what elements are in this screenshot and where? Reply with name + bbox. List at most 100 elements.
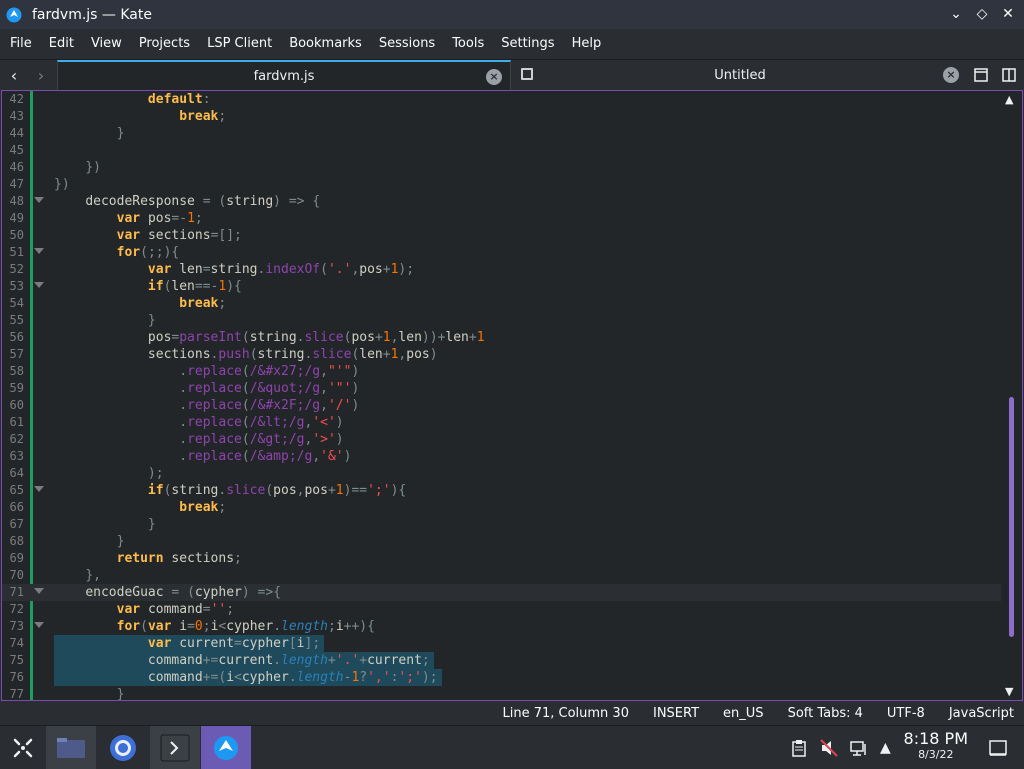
code-line[interactable]: 74 var current=cypher[i];: [2, 635, 1002, 652]
menu-projects[interactable]: Projects: [131, 29, 198, 59]
cursor-position[interactable]: Line 71, Column 30: [502, 706, 629, 721]
syntax-mode[interactable]: JavaScript: [949, 706, 1014, 721]
code-line[interactable]: 65 if(string.slice(pos,pos+1)==';'){: [2, 482, 1002, 499]
code-line[interactable]: 77 }: [2, 686, 1002, 700]
expand-tray-icon[interactable]: ▲: [880, 740, 891, 756]
code-line[interactable]: 56 pos=parseInt(string.slice(pos+1,len))…: [2, 329, 1002, 346]
line-number: 68: [9, 534, 24, 548]
menu-lsp-client[interactable]: LSP Client: [199, 29, 280, 59]
code-line[interactable]: 45: [2, 142, 1002, 159]
app-launcher-icon[interactable]: [0, 726, 46, 769]
new-tab-icon[interactable]: [973, 67, 989, 83]
close-icon[interactable]: ✕: [998, 4, 1018, 24]
code-line[interactable]: 47}): [2, 176, 1002, 193]
code-line[interactable]: 75 command+=current.length+'.'+current;: [2, 652, 1002, 669]
dictionary[interactable]: en_US: [723, 706, 764, 721]
scroll-up-icon[interactable]: ▲: [1005, 93, 1013, 106]
back-icon[interactable]: ‹: [4, 66, 24, 85]
code-text: .replace(/&gt;/g,'>'): [179, 432, 344, 447]
tab-untitled[interactable]: Untitled ×: [513, 60, 967, 91]
tab-fardvm-js[interactable]: fardvm.js ×: [57, 60, 511, 91]
line-number: 54: [9, 296, 24, 310]
fold-arrow-icon[interactable]: [34, 197, 44, 203]
code-line[interactable]: 46 }): [2, 159, 1002, 176]
encoding[interactable]: UTF-8: [887, 706, 925, 721]
line-number: 48: [9, 194, 24, 208]
network-icon[interactable]: [850, 739, 868, 761]
fold-arrow-icon[interactable]: [34, 282, 44, 288]
code-line[interactable]: 52 var len=string.indexOf('.',pos+1);: [2, 261, 1002, 278]
close-tab-icon[interactable]: ×: [486, 69, 502, 85]
fold-arrow-icon[interactable]: [34, 622, 44, 628]
code-line[interactable]: 42 default:: [2, 91, 1002, 108]
line-number: 43: [9, 109, 24, 123]
code-line[interactable]: 61 .replace(/&lt;/g,'<'): [2, 414, 1002, 431]
code-line[interactable]: 73 for(var i=0;i<cypher.length;i++){: [2, 618, 1002, 635]
code-line[interactable]: 43 break;: [2, 108, 1002, 125]
code-line[interactable]: 54 break;: [2, 295, 1002, 312]
code-text: break;: [179, 296, 227, 311]
line-number: 46: [9, 160, 24, 174]
line-number: 71: [9, 585, 24, 599]
split-view-icon[interactable]: [1001, 67, 1017, 83]
code-line[interactable]: 66 break;: [2, 499, 1002, 516]
menu-settings[interactable]: Settings: [493, 29, 562, 59]
code-text: if(string.slice(pos,pos+1)==';'){: [147, 483, 407, 498]
code-line[interactable]: 48 decodeResponse = (string) => {: [2, 193, 1002, 210]
code-line[interactable]: 76 command+=(i<cypher.length-1?',':';');: [2, 669, 1002, 686]
browser-icon[interactable]: [98, 726, 148, 769]
terminal-icon[interactable]: [150, 726, 200, 769]
kate-taskbar-icon[interactable]: [201, 726, 251, 769]
code-line[interactable]: 72 var command='';: [2, 601, 1002, 618]
save-icon: [521, 68, 533, 80]
menu-edit[interactable]: Edit: [41, 29, 82, 59]
code-editor[interactable]: 42 default: 43 break; 44 } 45 46 }) 47}) 48 de…: [1, 90, 1023, 701]
code-line[interactable]: 67 }: [2, 516, 1002, 533]
fold-arrow-icon[interactable]: [34, 486, 44, 492]
code-line[interactable]: 44 }: [2, 125, 1002, 142]
volume-muted-icon[interactable]: [820, 739, 838, 761]
scroll-down-icon[interactable]: ▼: [1005, 685, 1013, 698]
clock-date: 8/3/22: [918, 748, 954, 761]
code-text: .replace(/&lt;/g,'<'): [179, 415, 344, 430]
code-line[interactable]: 69 return sections;: [2, 550, 1002, 567]
code-line[interactable]: 58 .replace(/&#x27;/g,"'"): [2, 363, 1002, 380]
code-line[interactable]: 63 .replace(/&amp;/g,'&'): [2, 448, 1002, 465]
indentation[interactable]: Soft Tabs: 4: [788, 706, 863, 721]
code-line[interactable]: 71 encodeGuac = (cypher) =>{: [2, 584, 1002, 601]
menu-view[interactable]: View: [83, 29, 130, 59]
input-mode[interactable]: INSERT: [653, 706, 699, 721]
maximize-icon[interactable]: ◇: [972, 4, 992, 24]
scrollbar-thumb[interactable]: [1009, 397, 1014, 637]
menu-help[interactable]: Help: [564, 29, 610, 59]
code-text: }: [147, 517, 156, 532]
clock[interactable]: 8:18 PM 8/3/22: [904, 729, 968, 761]
code-line[interactable]: 55 }: [2, 312, 1002, 329]
close-tab-icon[interactable]: ×: [943, 67, 959, 83]
minimize-icon[interactable]: ⌄: [946, 4, 966, 24]
file-manager-icon[interactable]: [46, 726, 96, 769]
code-line[interactable]: 64 );: [2, 465, 1002, 482]
code-line[interactable]: 50 var sections=[];: [2, 227, 1002, 244]
code-line[interactable]: 57 sections.push(string.slice(len+1,pos): [2, 346, 1002, 363]
vertical-scrollbar[interactable]: ▲ ▼: [1001, 91, 1022, 700]
menu-tools[interactable]: Tools: [444, 29, 492, 59]
fold-arrow-icon[interactable]: [34, 248, 44, 254]
menu-file[interactable]: File: [2, 29, 40, 59]
code-line[interactable]: 62 .replace(/&gt;/g,'>'): [2, 431, 1002, 448]
code-text: }: [116, 534, 125, 549]
code-line[interactable]: 53 if(len==-1){: [2, 278, 1002, 295]
menu-bookmarks[interactable]: Bookmarks: [281, 29, 370, 59]
show-desktop-icon[interactable]: [989, 739, 1007, 761]
code-line[interactable]: 60 .replace(/&#x2F;/g,'/'): [2, 397, 1002, 414]
line-number: 63: [9, 449, 24, 463]
forward-icon[interactable]: ›: [31, 66, 51, 85]
code-line[interactable]: 49 var pos=-1;: [2, 210, 1002, 227]
menu-sessions[interactable]: Sessions: [371, 29, 443, 59]
fold-arrow-icon[interactable]: [34, 588, 44, 594]
clipboard-icon[interactable]: [791, 739, 807, 761]
code-line[interactable]: 68 }: [2, 533, 1002, 550]
code-line[interactable]: 51 for(;;){: [2, 244, 1002, 261]
code-line[interactable]: 59 .replace(/&quot;/g,'"'): [2, 380, 1002, 397]
code-line[interactable]: 70 },: [2, 567, 1002, 584]
